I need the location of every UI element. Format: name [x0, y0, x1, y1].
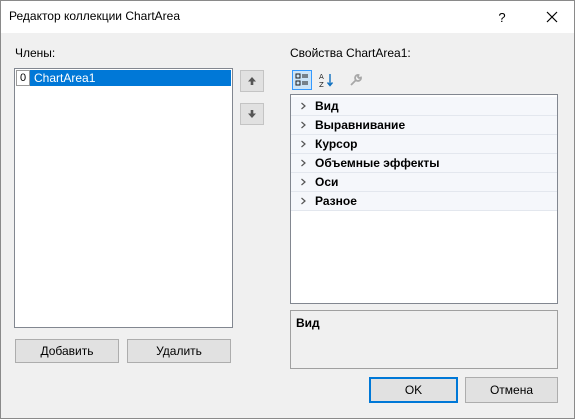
- categorized-icon: [295, 73, 308, 86]
- categorized-button[interactable]: [292, 70, 312, 90]
- category-label: Оси: [315, 175, 339, 189]
- members-label: Члены:: [15, 46, 56, 60]
- alphabetical-icon: A Z: [319, 73, 334, 88]
- properties-label: Свойства ChartArea1:: [290, 46, 411, 60]
- property-pages-button[interactable]: [346, 70, 366, 90]
- add-button[interactable]: Добавить: [15, 339, 119, 363]
- close-icon: [546, 11, 558, 23]
- wrench-icon: [350, 74, 362, 86]
- move-down-button[interactable]: [240, 103, 264, 125]
- arrow-down-icon: [248, 110, 256, 118]
- chevron-right-icon[interactable]: [291, 159, 315, 167]
- description-panel: Вид: [290, 310, 558, 369]
- cancel-button[interactable]: Отмена: [465, 377, 558, 403]
- help-icon: ?: [498, 9, 506, 25]
- category-label: Выравнивание: [315, 118, 406, 132]
- category-row-3d-effects[interactable]: Объемные эффекты: [291, 154, 557, 173]
- alphabetical-button[interactable]: A Z: [316, 70, 336, 90]
- chevron-right-icon[interactable]: [291, 178, 315, 186]
- description-title: Вид: [296, 316, 320, 330]
- chevron-right-icon[interactable]: [291, 121, 315, 129]
- svg-text:Z: Z: [319, 81, 324, 88]
- category-label: Курсор: [315, 137, 358, 151]
- category-row-view[interactable]: Вид: [291, 97, 557, 116]
- item-index: 0: [16, 70, 30, 86]
- category-label: Вид: [315, 99, 339, 113]
- close-button[interactable]: [531, 1, 573, 33]
- remove-button[interactable]: Удалить: [127, 339, 231, 363]
- help-button[interactable]: ?: [481, 1, 523, 33]
- title-bar: Редактор коллекции ChartArea ?: [1, 1, 574, 33]
- list-item[interactable]: 0 ChartArea1: [16, 70, 231, 86]
- category-row-cursor[interactable]: Курсор: [291, 135, 557, 154]
- category-label: Объемные эффекты: [315, 156, 440, 170]
- ok-button[interactable]: OK: [369, 377, 458, 403]
- svg-text:A: A: [319, 73, 324, 81]
- category-label: Разное: [315, 194, 357, 208]
- chevron-right-icon[interactable]: [291, 197, 315, 205]
- chevron-right-icon[interactable]: [291, 140, 315, 148]
- chevron-right-icon[interactable]: [291, 102, 315, 110]
- move-up-button[interactable]: [240, 70, 264, 92]
- category-row-alignment[interactable]: Выравнивание: [291, 116, 557, 135]
- category-row-axes[interactable]: Оси: [291, 173, 557, 192]
- window-title: Редактор коллекции ChartArea: [9, 9, 181, 23]
- property-grid-toolbar: A Z: [290, 68, 558, 92]
- arrow-up-icon: [248, 77, 256, 85]
- item-name: ChartArea1: [30, 70, 231, 86]
- members-list[interactable]: 0 ChartArea1: [14, 68, 233, 328]
- property-grid: Вид Выравнивание Курсор Объемные эффекты…: [290, 94, 558, 304]
- dialog-window: Редактор коллекции ChartArea ? Члены: 0 …: [0, 0, 575, 419]
- category-row-misc[interactable]: Разное: [291, 192, 557, 211]
